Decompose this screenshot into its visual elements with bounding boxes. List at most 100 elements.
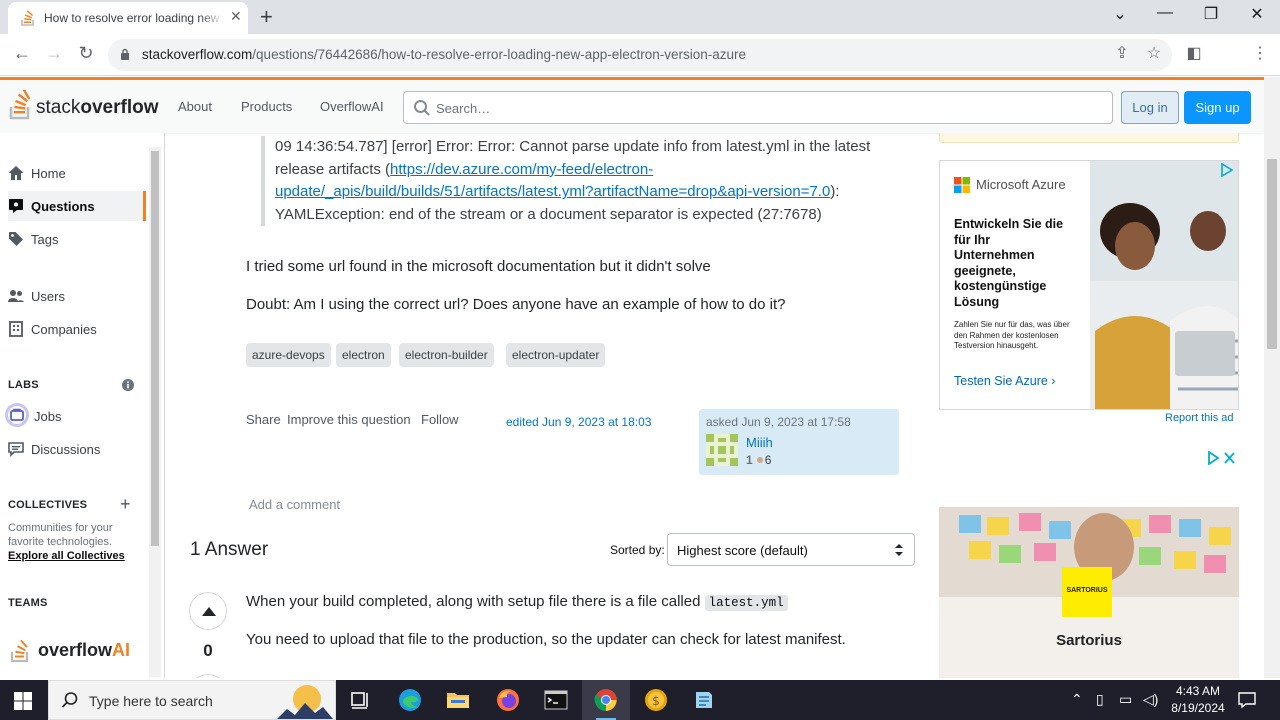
upvote-button[interactable] bbox=[189, 592, 227, 630]
overflow-ai-logo[interactable]: overflowAI bbox=[10, 635, 150, 665]
firefox-taskbar-button[interactable] bbox=[484, 680, 532, 720]
nav-overflowai[interactable]: OverflowAI bbox=[320, 99, 384, 114]
browser-menu-icon[interactable]: ⋮ bbox=[1248, 43, 1272, 63]
edited-timestamp[interactable]: edited Jun 9, 2023 at 18:03 bbox=[506, 415, 651, 429]
answer-paragraph-2: You need to upload that file to the prod… bbox=[246, 631, 846, 648]
side-panel-icon[interactable]: ◧ bbox=[1182, 43, 1206, 63]
avatar[interactable] bbox=[706, 434, 738, 466]
asker-reputation: 16 bbox=[746, 453, 772, 467]
downvote-button[interactable] bbox=[189, 674, 227, 678]
notes-app-taskbar-button[interactable] bbox=[680, 680, 728, 720]
back-icon[interactable]: ← bbox=[10, 43, 34, 64]
jobs-icon bbox=[5, 403, 29, 427]
windows-start-icon[interactable] bbox=[14, 692, 32, 710]
search-input[interactable] bbox=[436, 98, 1076, 118]
sidebar-item-tags[interactable]: Tags bbox=[8, 224, 146, 254]
search-icon bbox=[61, 692, 78, 708]
svg-text:$: $ bbox=[652, 694, 660, 708]
artifact-link-cont[interactable]: update/_apis/build/builds/51/artifacts/l… bbox=[275, 183, 830, 200]
login-button[interactable]: Log in bbox=[1121, 91, 1179, 124]
explorer-taskbar-button[interactable] bbox=[434, 680, 482, 720]
overflow-ai-logo-icon bbox=[10, 639, 29, 663]
explore-collectives-link[interactable]: Explore all Collectives bbox=[8, 550, 125, 562]
teams-heading: TEAMS bbox=[8, 597, 48, 609]
taskbar-clock[interactable]: 4:43 AM 8/19/2024 bbox=[1158, 683, 1238, 717]
tray-overflow-icon[interactable]: ⌃ bbox=[1071, 691, 1083, 708]
terminal-icon bbox=[544, 690, 568, 710]
adchoices-close-icon[interactable] bbox=[1207, 451, 1235, 465]
asker-name[interactable]: Miiih bbox=[746, 435, 773, 450]
network-icon[interactable]: ▭ bbox=[1119, 691, 1132, 708]
sidebar-item-users[interactable]: Users bbox=[8, 281, 146, 311]
sidebar-item-jobs[interactable]: Jobs bbox=[5, 401, 146, 431]
share-link[interactable]: Share bbox=[246, 412, 281, 427]
add-collective-icon[interactable]: + bbox=[120, 494, 131, 515]
page-scrollbar-thumb[interactable] bbox=[1267, 159, 1277, 349]
tag-azure-devops[interactable]: azure-devops bbox=[246, 343, 331, 367]
follow-link[interactable]: Follow bbox=[421, 412, 459, 427]
collectives-heading: COLLECTIVES bbox=[8, 499, 88, 511]
ad-cta-link[interactable]: Testen Sie Azure › bbox=[954, 374, 1055, 388]
tray-device-icon[interactable]: ▯ bbox=[1096, 691, 1104, 708]
share-icon[interactable]: ⇪ bbox=[1110, 43, 1134, 63]
asker-card: asked Jun 9, 2023 at 17:58 Miiih 16 bbox=[699, 409, 899, 475]
bookmark-star-icon[interactable]: ☆ bbox=[1142, 43, 1166, 63]
chrome-taskbar-button[interactable] bbox=[582, 680, 630, 720]
signup-button[interactable]: Sign up bbox=[1184, 91, 1251, 124]
edge-icon bbox=[399, 689, 421, 711]
notifications-icon[interactable] bbox=[1238, 691, 1256, 709]
chrome-icon bbox=[594, 689, 617, 711]
close-window-icon[interactable]: ✕ bbox=[1237, 4, 1277, 24]
microsoft-logo-icon bbox=[954, 177, 970, 193]
sidebar-item-questions[interactable]: Questions bbox=[8, 191, 146, 221]
azure-ad[interactable]: Microsoft Azure Entwickeln Sie die für I… bbox=[939, 160, 1239, 410]
ad-brand: Microsoft Azure bbox=[976, 177, 1066, 192]
new-tab-icon[interactable]: + bbox=[260, 4, 273, 30]
nav-products[interactable]: Products bbox=[241, 99, 292, 114]
nav-about[interactable]: About bbox=[178, 99, 212, 114]
tag-electron-builder[interactable]: electron-builder bbox=[399, 343, 494, 367]
sidebar-item-home[interactable]: Home bbox=[8, 158, 146, 188]
page-scrollbar[interactable] bbox=[1264, 77, 1280, 678]
add-comment-link[interactable]: Add a comment bbox=[249, 497, 340, 512]
edge-taskbar-button[interactable] bbox=[386, 680, 434, 720]
stackoverflow-logo-icon bbox=[9, 90, 31, 120]
site-search[interactable] bbox=[403, 91, 1113, 124]
info-icon[interactable] bbox=[122, 379, 134, 391]
sort-select[interactable]: Highest score (default) bbox=[667, 533, 915, 566]
taskbar-search[interactable]: Type here to search bbox=[48, 680, 336, 720]
upvote-icon bbox=[202, 607, 216, 616]
forward-icon[interactable]: → bbox=[42, 43, 66, 64]
vote-count: 0 bbox=[203, 641, 213, 660]
artifact-link[interactable]: https://dev.azure.com/my-feed/electron- bbox=[390, 161, 653, 178]
restore-icon[interactable]: ❐ bbox=[1191, 4, 1231, 24]
sidebar-item-companies[interactable]: Companies bbox=[8, 314, 146, 344]
sidebar-scrollbar-thumb[interactable] bbox=[151, 151, 159, 546]
report-ad-link[interactable]: Report this ad bbox=[1165, 412, 1233, 424]
collectives-description: Communities for your favorite technologi… bbox=[8, 522, 113, 548]
answers-heading: 1 Answer bbox=[190, 539, 269, 560]
adchoices-icon[interactable] bbox=[1220, 163, 1234, 177]
error-blockquote: 09 14:36:54.787] [error] Error: Error: C… bbox=[261, 136, 871, 227]
firefox-icon bbox=[497, 689, 519, 711]
sartorius-name: Sartorius bbox=[1056, 632, 1122, 649]
minimize-icon[interactable]: — bbox=[1145, 4, 1185, 22]
labs-heading: LABS bbox=[8, 379, 39, 391]
answer-paragraph-1: When your build completed, along with se… bbox=[246, 593, 788, 611]
tab-search-chevron-icon[interactable]: ⌄ bbox=[1100, 4, 1140, 24]
tab-close-icon[interactable]: ✕ bbox=[230, 8, 242, 25]
tag-electron-updater[interactable]: electron-updater bbox=[506, 343, 606, 367]
task-view-button[interactable] bbox=[336, 680, 384, 720]
inline-code: latest.yml bbox=[704, 595, 788, 611]
address-bar[interactable]: stackoverflow.com/questions/76442686/how… bbox=[108, 39, 1172, 71]
sartorius-ad[interactable]: SARTORIUS Sartorius bbox=[939, 507, 1239, 678]
reload-icon[interactable]: ↻ bbox=[74, 43, 98, 64]
browser-tab[interactable]: How to resolve error loading new app ele… bbox=[8, 2, 248, 34]
sidebar-item-discussions[interactable]: Discussions bbox=[8, 434, 146, 464]
terminal-taskbar-button[interactable] bbox=[532, 680, 580, 720]
improve-question-link[interactable]: Improve this question bbox=[287, 412, 411, 427]
taskbar-search-text: Type here to search bbox=[89, 693, 213, 709]
tag-electron[interactable]: electron bbox=[336, 343, 391, 367]
coin-app-taskbar-button[interactable]: $ bbox=[632, 680, 680, 720]
volume-icon[interactable]: ◁) bbox=[1143, 691, 1158, 708]
